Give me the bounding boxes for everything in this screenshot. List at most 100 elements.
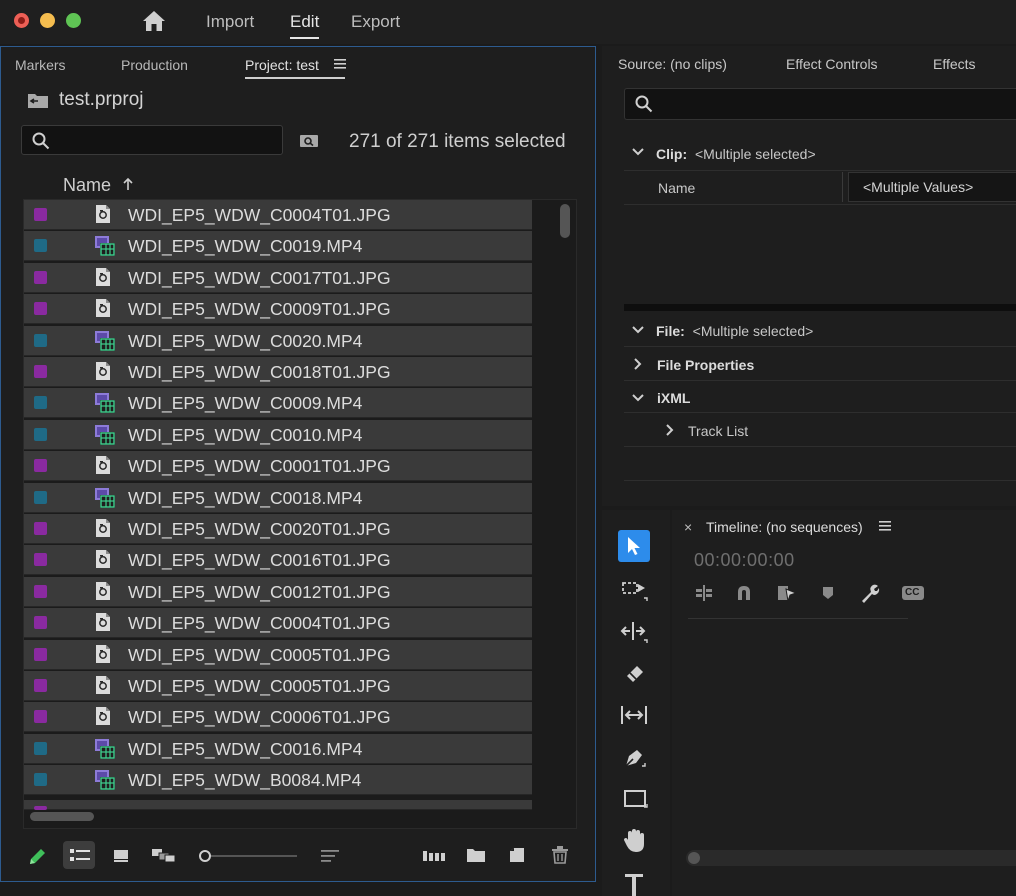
list-item[interactable]: WDI_EP5_WDW_C0006T01.JPG (24, 702, 532, 733)
list-item[interactable]: WDI_EP5_WDW_C0020.MP4 (24, 325, 532, 356)
chevron-right-icon[interactable] (666, 424, 674, 436)
label-color-swatch[interactable] (34, 616, 47, 630)
label-color-swatch[interactable] (34, 208, 47, 221)
ripple-edit-tool-icon[interactable] (620, 620, 648, 644)
list-item[interactable]: WDI_EP5_WDW_C0001T01.JPG (24, 451, 532, 482)
list-item[interactable]: WDI_EP5_WDW_C0005T01.JPG (24, 671, 532, 701)
razor-tool-icon[interactable] (624, 662, 646, 684)
chevron-down-icon[interactable] (632, 394, 644, 402)
sort-ascending-icon[interactable] (122, 177, 134, 191)
zoom-slider[interactable] (199, 849, 299, 863)
list-item[interactable]: WDI_EP5_WDW_C0016T01.JPG (24, 545, 532, 576)
list-item[interactable]: WDI_EP5_WDW_C0020T01.JPG (24, 514, 532, 544)
project-search-input[interactable] (21, 125, 283, 155)
timecode-display[interactable]: 00:00:00:00 (694, 550, 795, 571)
tab-markers[interactable]: Markers (15, 57, 66, 73)
rectangle-tool-icon[interactable] (624, 790, 648, 810)
sort-icon[interactable] (321, 849, 339, 863)
list-item[interactable]: WDI_EP5_WDW_C0012T01.JPG (24, 576, 532, 607)
close-window-button[interactable] (14, 13, 29, 28)
list-item[interactable]: WDI_EP5_WDW_C0019.MP4 (24, 231, 532, 262)
metadata-search-field[interactable] (661, 94, 1005, 116)
file-properties-section[interactable]: File Properties (657, 357, 754, 373)
captions-button[interactable]: CC (902, 586, 924, 600)
track-select-tool-icon[interactable] (622, 580, 648, 602)
list-item[interactable]: WDI_EP5_WDW_C0004T01.JPG (24, 200, 532, 230)
label-color-swatch[interactable] (34, 427, 47, 441)
metadata-search-input[interactable] (624, 88, 1016, 120)
list-item-partial[interactable] (24, 800, 532, 810)
list-item[interactable]: WDI_EP5_WDW_C0018.MP4 (24, 482, 532, 513)
label-color-swatch[interactable] (34, 679, 47, 692)
add-marker-icon[interactable] (822, 586, 834, 600)
label-color-swatch[interactable] (34, 647, 47, 661)
label-color-swatch[interactable] (34, 490, 47, 504)
tab-project[interactable]: Project: test (245, 57, 319, 73)
label-color-swatch[interactable] (34, 302, 47, 316)
menu-import[interactable]: Import (206, 12, 254, 32)
hand-tool-icon[interactable] (623, 828, 647, 854)
list-item[interactable]: WDI_EP5_WDW_C0017T01.JPG (24, 262, 532, 293)
name-column-header[interactable]: Name (63, 175, 111, 196)
label-color-swatch[interactable] (34, 333, 47, 347)
label-color-swatch[interactable] (34, 522, 47, 535)
minimize-window-button[interactable] (40, 13, 55, 28)
label-color-swatch[interactable] (34, 459, 47, 473)
project-search-field[interactable] (56, 130, 280, 152)
list-item[interactable]: WDI_EP5_WDW_B0084.MP4 (24, 765, 532, 796)
linked-selection-icon[interactable] (776, 584, 798, 602)
label-color-swatch[interactable] (34, 553, 47, 567)
list-item[interactable]: WDI_EP5_WDW_C0009T01.JPG (24, 294, 532, 325)
project-item-list[interactable]: WDI_EP5_WDW_C0004T01.JPG WDI_EP5_WDW_C001… (23, 199, 577, 829)
list-item[interactable]: WDI_EP5_WDW_C0004T01.JPG (24, 608, 532, 639)
clip-section-header[interactable]: Clip: <Multiple selected> (656, 146, 816, 162)
file-section-header[interactable]: File: <Multiple selected> (656, 323, 813, 339)
pen-tool-icon[interactable] (624, 746, 646, 768)
label-color-swatch[interactable] (34, 773, 47, 787)
list-item[interactable]: WDI_EP5_WDW_C0005T01.JPG (24, 639, 532, 670)
icon-view-icon[interactable] (113, 849, 129, 863)
new-item-icon[interactable] (509, 847, 525, 863)
zoom-window-button[interactable] (66, 13, 81, 28)
home-icon[interactable] (142, 10, 166, 32)
chevron-down-icon[interactable] (632, 148, 644, 156)
label-color-swatch[interactable] (34, 239, 47, 253)
pencil-icon[interactable] (27, 847, 47, 867)
automate-to-sequence-icon[interactable] (423, 849, 445, 863)
panel-menu-icon[interactable] (334, 58, 346, 70)
menu-export[interactable]: Export (351, 12, 400, 32)
tab-production[interactable]: Production (121, 57, 188, 73)
tab-effects[interactable]: Effects (933, 56, 976, 72)
type-tool-icon[interactable] (624, 872, 644, 896)
chevron-right-icon[interactable] (634, 358, 642, 370)
freeform-view-icon[interactable] (151, 847, 177, 863)
tab-source[interactable]: Source: (no clips) (618, 56, 727, 72)
list-view-button[interactable] (63, 841, 95, 869)
selection-tool-button[interactable] (618, 530, 650, 562)
close-timeline-button[interactable]: × (684, 519, 692, 535)
chevron-down-icon[interactable] (632, 326, 644, 334)
label-color-swatch[interactable] (34, 741, 47, 755)
find-icon[interactable] (299, 133, 319, 149)
tab-effect-controls[interactable]: Effect Controls (786, 56, 878, 72)
label-color-swatch[interactable] (34, 710, 47, 724)
list-item[interactable]: WDI_EP5_WDW_C0010.MP4 (24, 419, 532, 450)
list-item[interactable]: WDI_EP5_WDW_C0016.MP4 (24, 733, 532, 764)
label-color-swatch[interactable] (34, 584, 47, 598)
insert-nest-icon[interactable] (694, 584, 714, 602)
slip-tool-icon[interactable] (620, 704, 648, 726)
track-list-item[interactable]: Track List (688, 423, 748, 439)
scrollbar-handle[interactable] (688, 852, 700, 864)
label-color-swatch[interactable] (34, 365, 47, 378)
timeline-horizontal-scrollbar[interactable] (686, 850, 1016, 866)
trash-icon[interactable] (552, 846, 568, 864)
panel-menu-icon[interactable] (879, 520, 891, 532)
new-bin-icon[interactable] (466, 847, 486, 863)
list-item[interactable]: WDI_EP5_WDW_C0018T01.JPG (24, 357, 532, 387)
label-color-swatch[interactable] (34, 270, 47, 284)
label-color-swatch[interactable] (34, 396, 47, 410)
wrench-icon[interactable] (860, 583, 880, 603)
name-value-field[interactable]: <Multiple Values> (848, 172, 1016, 202)
ixml-section[interactable]: iXML (657, 390, 690, 406)
list-item[interactable]: WDI_EP5_WDW_C0009.MP4 (24, 388, 532, 419)
